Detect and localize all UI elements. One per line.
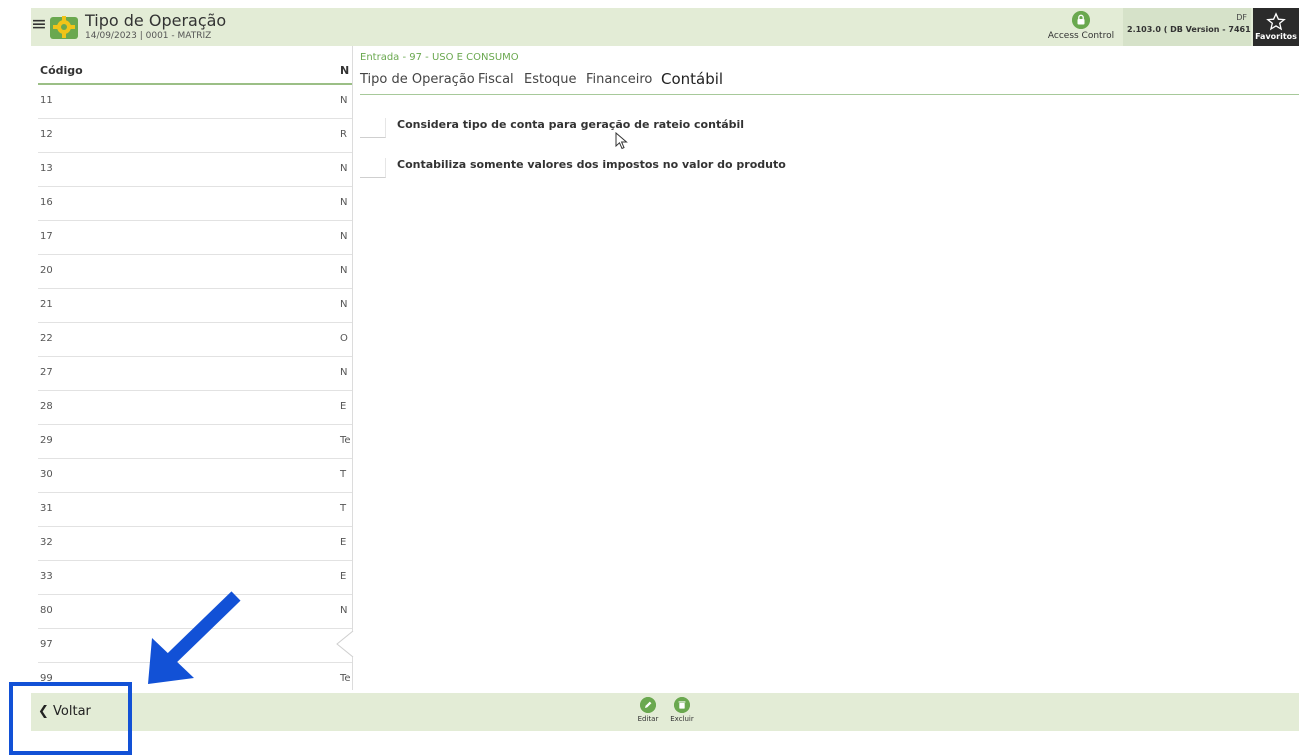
version-text: 2.103.0 ( DB Version - 7461 ) [1127, 25, 1258, 34]
table-row[interactable]: 29 Te [38, 425, 352, 459]
row-name: N [340, 605, 348, 616]
row-code: 21 [40, 299, 53, 310]
table-row[interactable]: 27 N [38, 357, 352, 391]
row-name: E [340, 571, 347, 582]
row-code: 30 [40, 469, 53, 480]
table-row[interactable]: 17 N [38, 221, 352, 255]
arrow-icon [148, 591, 241, 684]
row-name: Te [340, 673, 351, 684]
row-code: 32 [40, 537, 53, 548]
checkbox-impostos[interactable] [360, 158, 386, 178]
tab-tipo-de-operacao[interactable]: Tipo de Operação [360, 72, 475, 87]
row-name: O [340, 333, 348, 344]
edit-button[interactable]: Editar [631, 697, 665, 723]
mouse-cursor-icon [615, 132, 628, 150]
pencil-icon [640, 697, 656, 713]
selected-row-indicator [336, 631, 354, 657]
table-row[interactable]: 32 E [38, 527, 352, 561]
row-code: 16 [40, 197, 53, 208]
checkbox-rateio[interactable] [360, 118, 386, 138]
column-header-code[interactable]: Código [40, 64, 83, 77]
delete-button[interactable]: Excluir [665, 697, 699, 723]
trash-icon [674, 697, 690, 713]
table-row[interactable]: 11 N [38, 85, 352, 119]
page-title: Tipo de Operação [85, 11, 227, 30]
tab-financeiro[interactable]: Financeiro [586, 72, 652, 87]
table-row[interactable]: 30 T [38, 459, 352, 493]
row-name: N [340, 231, 348, 242]
version-prefix: DF [1236, 13, 1247, 22]
row-name: E [340, 401, 347, 412]
checkbox-row-impostos: Contabiliza somente valores dos impostos… [360, 158, 880, 182]
row-code: 22 [40, 333, 53, 344]
checkbox-label-rateio: Considera tipo de conta para geração de … [397, 118, 745, 131]
row-code: 29 [40, 435, 53, 446]
table-row[interactable]: 20 N [38, 255, 352, 289]
row-name: T [340, 469, 347, 480]
list-header: Código N [38, 58, 352, 85]
row-name: N [340, 265, 348, 276]
breadcrumb: Entrada - 97 - USO E CONSUMO [360, 52, 519, 63]
hamburger-menu-icon[interactable]: ≡ [31, 14, 47, 34]
table-row[interactable]: 16 N [38, 187, 352, 221]
row-name: T [340, 503, 347, 514]
delete-label: Excluir [670, 715, 694, 723]
star-icon [1266, 12, 1286, 31]
column-header-name[interactable]: N [340, 64, 349, 77]
row-name: N [340, 299, 348, 310]
page-subtitle: 14/09/2023 | 0001 - MATRIZ [85, 31, 212, 41]
row-name: N [340, 367, 348, 378]
row-code: 12 [40, 129, 53, 140]
access-control-label: Access Control [1047, 31, 1115, 41]
checkbox-label-impostos: Contabiliza somente valores dos impostos… [397, 158, 786, 171]
highlight-box [9, 682, 132, 755]
row-code: 97 [40, 639, 53, 650]
gear-icon [50, 16, 78, 39]
top-bar: ≡ Tipo de Operação 14/09/2023 | 0001 - M… [31, 8, 1299, 46]
table-row[interactable]: 12 R [38, 119, 352, 153]
bottom-bar: ❮ Voltar Editar Excluir [31, 693, 1299, 731]
version-info: DF 2.103.0 ( DB Version - 7461 ) [1123, 8, 1257, 46]
row-name: N [340, 95, 348, 106]
row-name: Te [340, 435, 351, 446]
row-code: 13 [40, 163, 53, 174]
tab-fiscal[interactable]: Fiscal [478, 72, 514, 87]
row-name: R [340, 129, 347, 140]
row-code: 11 [40, 95, 53, 106]
row-name: N [340, 163, 348, 174]
row-code: 17 [40, 231, 53, 242]
favoritos-label: Favoritos [1255, 32, 1297, 41]
table-row[interactable]: 21 N [38, 289, 352, 323]
table-row[interactable]: 31 T [38, 493, 352, 527]
row-code: 20 [40, 265, 53, 276]
row-code: 31 [40, 503, 53, 514]
row-code: 33 [40, 571, 53, 582]
row-code: 27 [40, 367, 53, 378]
favoritos-button[interactable]: Favoritos [1253, 8, 1299, 46]
row-code: 80 [40, 605, 53, 616]
table-row[interactable]: 22 O [38, 323, 352, 357]
list-divider [352, 46, 353, 690]
tab-estoque[interactable]: Estoque [524, 72, 577, 87]
row-code: 28 [40, 401, 53, 412]
table-row[interactable]: 13 N [38, 153, 352, 187]
row-name: E [340, 537, 347, 548]
edit-label: Editar [637, 715, 659, 723]
tab-contabil[interactable]: Contábil [661, 70, 723, 88]
lock-icon [1072, 11, 1090, 29]
tab-underline [360, 94, 1299, 95]
access-control-button[interactable]: Access Control [1041, 11, 1121, 45]
row-name: N [340, 197, 348, 208]
table-row[interactable]: 28 E [38, 391, 352, 425]
